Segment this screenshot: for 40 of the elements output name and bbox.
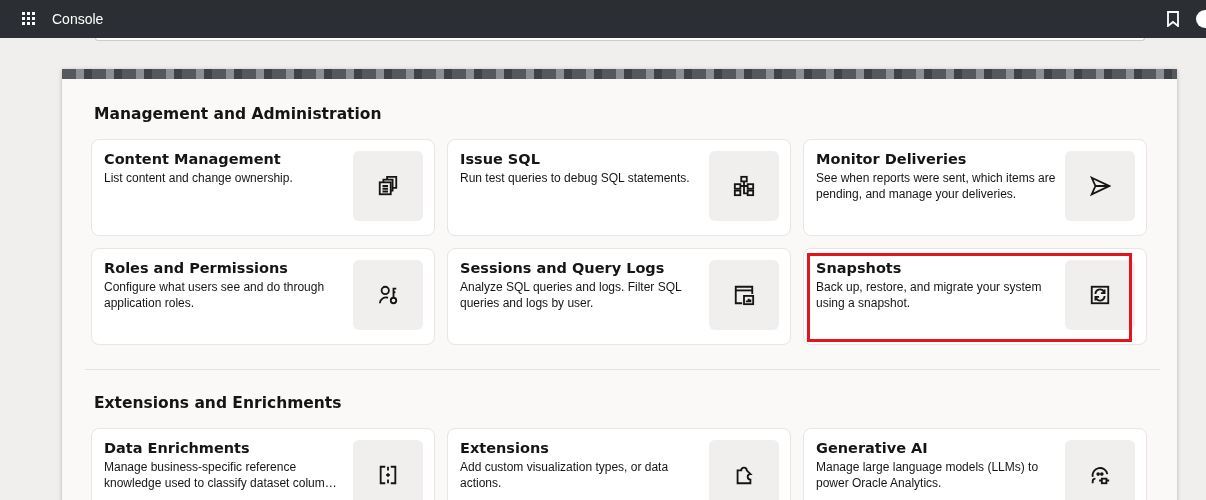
bracket-plus-icon: [377, 464, 399, 486]
app-grid-icon[interactable]: [22, 12, 36, 26]
console-card[interactable]: Content Management List content and change ownership.: [91, 139, 435, 236]
card-title: Content Management: [104, 151, 282, 167]
card-title: Issue SQL: [460, 151, 541, 167]
card-description: Manage business-specific reference knowledge used to classify dataset colum…: [104, 459, 338, 491]
console-card[interactable]: Issue SQL Run test queries to debug SQL statements.: [447, 139, 791, 236]
card-description: Back up, restore, and migrate your system using a snapshot.: [816, 279, 1043, 311]
card-description: Manage large language models (LLMs) to power Oracle Analytics.: [816, 459, 1040, 491]
card-title: Data Enrichments: [104, 440, 251, 456]
card-description: List content and change ownership.: [104, 170, 294, 186]
card-description: Analyze SQL queries and logs. Filter SQL queries and logs by user.: [460, 279, 683, 311]
console-card[interactable]: Roles and Permissions Configure what users see and do through application roles.: [91, 248, 435, 345]
card-description: Run test queries to debug SQL statements.: [460, 170, 691, 186]
send-icon: [1089, 175, 1111, 197]
console-card[interactable]: Snapshots Back up, restore, and migrate your system using a snapshot.: [803, 248, 1147, 345]
hierarchy-icon: [733, 175, 755, 197]
console-card[interactable]: Generative AI Manage large language models (LLMs) to power Oracle Analytics.: [803, 428, 1147, 500]
user-key-icon: [377, 284, 399, 306]
section-heading: Management and Administration: [94, 105, 383, 123]
section-heading: Extensions and Enrichments: [94, 394, 343, 412]
console-card[interactable]: Monitor Deliveries See when reports were sent, which items are pending, and manage your deliveries.: [803, 139, 1147, 236]
card-title: Monitor Deliveries: [816, 151, 968, 167]
bookmark-icon[interactable]: [1166, 11, 1180, 27]
sync-icon: [1089, 284, 1111, 306]
card-description: See when reports were sent, which items are pending, and manage your deliveries.: [816, 170, 1057, 202]
card-description: Add custom visualization types, or data actions.: [460, 459, 670, 491]
card-title: Generative AI: [816, 440, 929, 456]
console-card[interactable]: Extensions Add custom visualization types, or data actions.: [447, 428, 791, 500]
console-card[interactable]: Sessions and Query Logs Analyze SQL queries and logs. Filter SQL queries and logs by user.: [447, 248, 791, 345]
console-card[interactable]: Data Enrichments Manage business-specific reference knowledge used to classify dataset colum…: [91, 428, 435, 500]
documents-icon: [377, 175, 399, 197]
card-description: Configure what users see and do through application roles.: [104, 279, 326, 311]
report-window-icon: [733, 284, 755, 306]
app-title: Console: [52, 11, 104, 27]
robot-plug-icon: [1089, 464, 1111, 486]
card-title: Snapshots: [816, 260, 903, 276]
card-title: Roles and Permissions: [104, 260, 289, 276]
card-title: Sessions and Query Logs: [460, 260, 666, 276]
card-title: Extensions: [460, 440, 550, 456]
